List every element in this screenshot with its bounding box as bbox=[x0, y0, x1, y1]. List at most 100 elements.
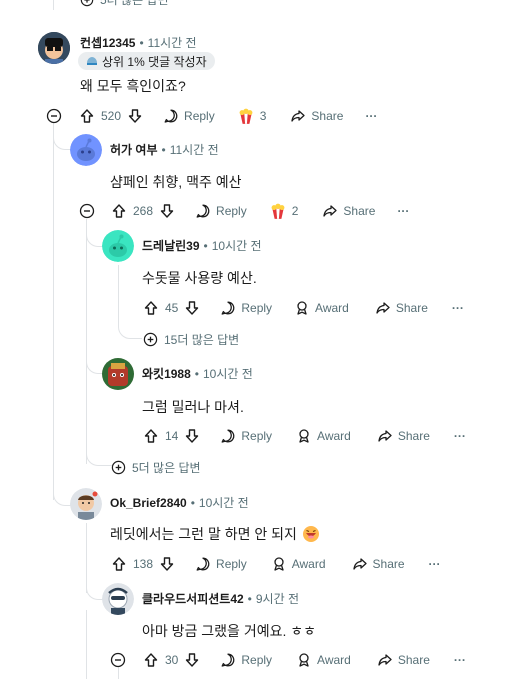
upvote-button[interactable] bbox=[111, 203, 127, 219]
avatar[interactable] bbox=[70, 134, 102, 166]
collapse-thread-icon[interactable] bbox=[110, 652, 126, 668]
award-button[interactable]: Award bbox=[296, 652, 351, 668]
upvote-icon bbox=[143, 300, 159, 316]
avatar-icon bbox=[102, 358, 134, 390]
thread-line-c1 bbox=[53, 123, 54, 500]
avatar[interactable] bbox=[70, 488, 102, 520]
downvote-button[interactable] bbox=[159, 203, 175, 219]
more-replies-label: 5더 많은 답변 bbox=[100, 0, 169, 7]
avatar[interactable] bbox=[102, 230, 134, 262]
username[interactable]: 와킷1988 bbox=[142, 365, 191, 382]
more-options-button[interactable]: ··· bbox=[397, 204, 409, 218]
comment-text: 레딧에서는 그런 말 하면 안 되지 bbox=[110, 524, 320, 544]
timestamp[interactable]: 11시간 전 bbox=[170, 141, 219, 158]
username[interactable]: 드레날린39 bbox=[142, 237, 200, 254]
downvote-button[interactable] bbox=[184, 428, 200, 444]
timestamp[interactable]: 9시간 전 bbox=[256, 590, 299, 607]
award-button[interactable]: 2 bbox=[269, 202, 298, 220]
upvote-button[interactable] bbox=[143, 652, 159, 668]
popcorn-award-icon bbox=[269, 202, 287, 220]
username[interactable]: 허가 여부 bbox=[110, 141, 158, 158]
upvote-button[interactable] bbox=[143, 300, 159, 316]
reply-icon bbox=[163, 108, 179, 124]
more-options-button[interactable]: ··· bbox=[429, 557, 441, 571]
reply-button[interactable]: Reply bbox=[163, 108, 215, 124]
more-options-button[interactable]: ··· bbox=[454, 653, 466, 667]
reply-button[interactable]: Reply bbox=[195, 556, 247, 572]
share-button[interactable]: Share bbox=[377, 428, 430, 444]
comment-actions: 138 Reply Award Share ··· bbox=[111, 554, 441, 574]
reply-button[interactable]: Reply bbox=[195, 203, 247, 219]
username[interactable]: 컨셉12345 bbox=[80, 34, 135, 51]
more-replies-button[interactable]: 5더 많은 답변 bbox=[111, 459, 201, 476]
share-button[interactable]: Share bbox=[290, 108, 343, 124]
downvote-button[interactable] bbox=[184, 300, 200, 316]
comment-meta: 와킷1988 • 10시간 전 bbox=[142, 365, 253, 382]
award-button[interactable]: Award bbox=[271, 556, 326, 572]
avatar[interactable] bbox=[102, 583, 134, 615]
collapse-thread-icon[interactable] bbox=[79, 203, 95, 219]
share-button[interactable]: Share bbox=[322, 203, 375, 219]
comment-meta: 허가 여부 • 11시간 전 bbox=[110, 141, 219, 158]
upvote-button[interactable] bbox=[143, 428, 159, 444]
upvote-icon bbox=[143, 652, 159, 668]
avatar-icon bbox=[38, 32, 70, 64]
reply-icon bbox=[220, 300, 236, 316]
avatar[interactable] bbox=[38, 32, 70, 64]
vote-count: 520 bbox=[101, 109, 122, 123]
timestamp[interactable]: 10시간 전 bbox=[203, 365, 253, 382]
downvote-icon bbox=[127, 108, 143, 124]
downvote-button[interactable] bbox=[159, 556, 175, 572]
downvote-button[interactable] bbox=[184, 652, 200, 668]
downvote-button[interactable] bbox=[127, 108, 143, 124]
reply-icon bbox=[195, 203, 211, 219]
more-options-button[interactable]: ··· bbox=[454, 429, 466, 443]
share-icon bbox=[375, 300, 391, 316]
plus-circle-icon bbox=[143, 332, 158, 347]
share-button[interactable]: Share bbox=[352, 556, 405, 572]
thread-line-top bbox=[53, 0, 54, 10]
vote-count: 14 bbox=[165, 429, 179, 443]
more-options-button[interactable]: ··· bbox=[365, 109, 377, 123]
share-icon bbox=[377, 428, 393, 444]
reply-button[interactable]: Reply bbox=[220, 428, 272, 444]
comment-text: 아마 방금 그랬을 거예요. ㅎㅎ bbox=[142, 623, 317, 639]
timestamp[interactable]: 11시간 전 bbox=[148, 34, 197, 51]
more-replies-button[interactable]: 15더 많은 답변 bbox=[143, 331, 239, 348]
username[interactable]: 클라우드서피션트42 bbox=[142, 590, 244, 607]
thread-curve-c3more bbox=[118, 324, 142, 339]
username[interactable]: Ok_Brief2840 bbox=[110, 496, 187, 510]
thread-curve-c2more bbox=[86, 450, 112, 466]
reply-button[interactable]: Reply bbox=[220, 300, 272, 316]
reply-icon bbox=[220, 428, 236, 444]
avatar[interactable] bbox=[102, 358, 134, 390]
avatar-icon bbox=[70, 488, 102, 520]
share-button[interactable]: Share bbox=[377, 652, 430, 668]
award-icon bbox=[296, 652, 312, 668]
snoo-avatar-icon bbox=[70, 134, 102, 166]
upvote-icon bbox=[111, 203, 127, 219]
more-options-button[interactable]: ··· bbox=[452, 301, 464, 315]
share-button[interactable]: Share bbox=[375, 300, 428, 316]
comment-actions: 45 Reply Award Share ··· bbox=[143, 298, 464, 318]
award-button[interactable]: Award bbox=[294, 300, 349, 316]
vote-count: 30 bbox=[165, 653, 179, 667]
reply-button[interactable]: Reply bbox=[220, 652, 272, 668]
upvote-icon bbox=[79, 108, 95, 124]
more-replies-top[interactable]: 5더 많은 답변 bbox=[80, 0, 169, 8]
upvote-button[interactable] bbox=[111, 556, 127, 572]
comment-text: 수돗물 사용량 예산. bbox=[142, 270, 257, 286]
downvote-icon bbox=[159, 556, 175, 572]
comment-actions: 268 Reply 2 Share ··· bbox=[111, 201, 409, 221]
comment-meta: 드레날린39 • 10시간 전 bbox=[142, 237, 262, 254]
upvote-button[interactable] bbox=[79, 108, 95, 124]
award-button[interactable]: 3 bbox=[237, 107, 266, 125]
downvote-icon bbox=[184, 300, 200, 316]
popcorn-award-icon bbox=[237, 107, 255, 125]
timestamp[interactable]: 10시간 전 bbox=[212, 237, 262, 254]
timestamp[interactable]: 10시간 전 bbox=[199, 494, 249, 511]
collapse-thread-icon[interactable] bbox=[46, 108, 62, 124]
award-button[interactable]: Award bbox=[296, 428, 351, 444]
vote-count: 268 bbox=[133, 204, 154, 218]
share-icon bbox=[352, 556, 368, 572]
